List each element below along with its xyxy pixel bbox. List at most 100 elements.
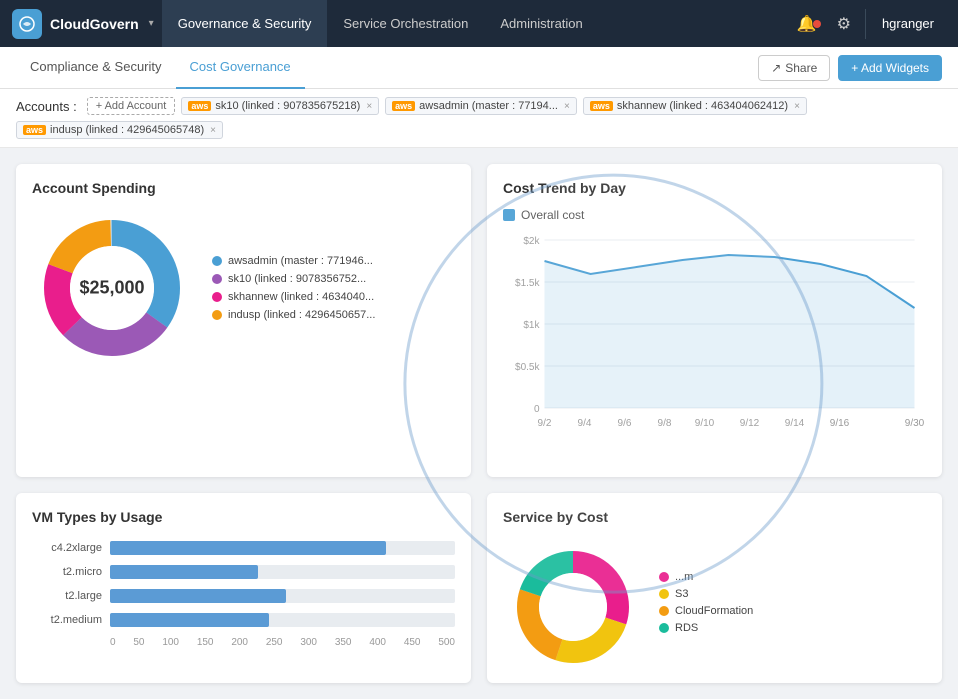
service-donut-svg xyxy=(503,537,643,667)
remove-account-skhannew[interactable]: × xyxy=(794,101,800,112)
accounts-label: Accounts : xyxy=(16,99,77,114)
bar-track-t2medium xyxy=(110,613,455,627)
service-section: ...m S3 CloudFormation RDS xyxy=(503,537,926,667)
bar-track-t2large xyxy=(110,589,455,603)
x-label-9-6: 9/6 xyxy=(618,418,632,429)
main-content: Account Spending $25,000 xyxy=(0,148,958,699)
remove-account-sk10[interactable]: × xyxy=(366,101,372,112)
notifications-icon[interactable]: 🔔 xyxy=(787,14,827,34)
remove-account-indusp[interactable]: × xyxy=(210,125,216,136)
brand-name: CloudGovern xyxy=(50,16,139,32)
bar-label-t2large: t2.large xyxy=(32,590,102,602)
spending-legend: awsadmin (master : 771946... sk10 (linke… xyxy=(212,255,375,321)
brand-chevron-icon[interactable]: ▾ xyxy=(149,18,154,29)
legend-dot-skhannew xyxy=(212,292,222,302)
remove-account-awsadmin[interactable]: × xyxy=(564,101,570,112)
accounts-row: Accounts : + Add Account aws sk10 (linke… xyxy=(0,89,958,148)
user-menu[interactable]: hgranger xyxy=(870,16,946,31)
notification-badge xyxy=(813,20,821,28)
aws-badge: aws xyxy=(188,101,211,111)
x-label-9-16: 9/16 xyxy=(830,418,850,429)
x-label-9-8: 9/8 xyxy=(658,418,672,429)
x-label-9-30: 9/30 xyxy=(905,418,925,429)
nav-service-orchestration[interactable]: Service Orchestration xyxy=(327,0,484,47)
cost-trend-legend: Overall cost xyxy=(503,208,926,222)
add-account-button[interactable]: + Add Account xyxy=(87,97,176,115)
bar-chart: c4.2xlarge t2.micro t2.large t2.medium xyxy=(32,537,455,652)
tab-compliance-security[interactable]: Compliance & Security xyxy=(16,47,176,89)
bar-row-t2large: t2.large xyxy=(32,589,455,603)
overall-cost-legend-dot xyxy=(503,209,515,221)
share-button[interactable]: ↗ Share xyxy=(758,55,830,81)
legend-s3: S3 xyxy=(659,588,753,600)
add-widgets-button[interactable]: + Add Widgets xyxy=(838,55,942,81)
legend-rds: RDS xyxy=(659,622,753,634)
legend-sk10: sk10 (linked : 9078356752... xyxy=(212,273,375,285)
account-spending-title: Account Spending xyxy=(32,180,455,196)
tab-cost-governance[interactable]: Cost Governance xyxy=(176,47,305,89)
donut-section: $25,000 awsadmin (master : 771946... sk1… xyxy=(32,208,455,368)
legend-m: ...m xyxy=(659,571,753,583)
y-label-0: 0 xyxy=(534,404,540,415)
legend-cloudformation: CloudFormation xyxy=(659,605,753,617)
donut-chart: $25,000 xyxy=(32,208,192,368)
account-tag-sk10: aws sk10 (linked : 907835675218) × xyxy=(181,97,379,115)
account-spending-card: Account Spending $25,000 xyxy=(16,164,471,477)
nav-administration[interactable]: Administration xyxy=(484,0,598,47)
share-icon: ↗ xyxy=(771,61,781,75)
aws-badge: aws xyxy=(392,101,415,111)
legend-dot-s3 xyxy=(659,589,669,599)
legend-dot-cloudformation xyxy=(659,606,669,616)
vm-types-card: VM Types by Usage c4.2xlarge t2.micro t2… xyxy=(16,493,471,683)
aws-badge: aws xyxy=(23,125,46,135)
legend-dot-indusp xyxy=(212,310,222,320)
y-label-0.5k: $0.5k xyxy=(515,362,540,373)
bar-fill-t2medium xyxy=(110,613,269,627)
service-legend: ...m S3 CloudFormation RDS xyxy=(659,571,753,634)
y-label-1k: $1k xyxy=(523,320,540,331)
x-label-9-2: 9/2 xyxy=(538,418,552,429)
y-label-2k: $2k xyxy=(523,236,540,247)
legend-indusp: indusp (linked : 4296450657... xyxy=(212,309,375,321)
y-label-1.5k: $1.5k xyxy=(515,278,540,289)
settings-icon[interactable]: ⚙ xyxy=(827,14,861,34)
bar-row-t2medium: t2.medium xyxy=(32,613,455,627)
top-navigation: CloudGovern ▾ Governance & Security Serv… xyxy=(0,0,958,47)
legend-dot-awsadmin xyxy=(212,256,222,266)
service-by-cost-card: Service by Cost xyxy=(487,493,942,683)
legend-dot-rds xyxy=(659,623,669,633)
service-by-cost-title: Service by Cost xyxy=(503,509,926,525)
cost-trend-card: Cost Trend by Day Overall cost $2k $1.5k… xyxy=(487,164,942,477)
aws-badge: aws xyxy=(590,101,613,111)
bar-label-c4: c4.2xlarge xyxy=(32,542,102,554)
donut-total: $25,000 xyxy=(79,278,144,299)
account-tag-indusp: aws indusp (linked : 429645065748) × xyxy=(16,121,223,139)
bar-track-t2micro xyxy=(110,565,455,579)
account-tag-awsadmin: aws awsadmin (master : 77194... × xyxy=(385,97,577,115)
bar-fill-t2micro xyxy=(110,565,258,579)
bar-axis: 0 50 100 150 200 250 300 350 400 450 500 xyxy=(32,637,455,648)
x-label-9-4: 9/4 xyxy=(578,418,592,429)
bar-label-t2medium: t2.medium xyxy=(32,614,102,626)
nav-governance-security[interactable]: Governance & Security xyxy=(162,0,328,47)
bar-fill-t2large xyxy=(110,589,286,603)
x-label-9-12: 9/12 xyxy=(740,418,760,429)
brand-logo xyxy=(12,9,42,39)
x-label-9-10: 9/10 xyxy=(695,418,715,429)
x-label-9-14: 9/14 xyxy=(785,418,805,429)
service-donut-wrap xyxy=(503,537,643,667)
legend-skhannew: skhannew (linked : 4634040... xyxy=(212,291,375,303)
account-tag-skhannew: aws skhannew (linked : 463404062412) × xyxy=(583,97,807,115)
legend-awsadmin: awsadmin (master : 771946... xyxy=(212,255,375,267)
line-chart-area: $2k $1.5k $1k $0.5k 0 9/2 9/4 9/6 9/8 9/… xyxy=(503,230,926,461)
legend-dot-sk10 xyxy=(212,274,222,284)
line-fill-path xyxy=(545,255,915,408)
cost-trend-title: Cost Trend by Day xyxy=(503,180,926,196)
sub-navigation: Compliance & Security Cost Governance ↗ … xyxy=(0,47,958,89)
bar-fill-c4 xyxy=(110,541,386,555)
bar-track-c4 xyxy=(110,541,455,555)
bar-label-t2micro: t2.micro xyxy=(32,566,102,578)
line-chart-svg: $2k $1.5k $1k $0.5k 0 9/2 9/4 9/6 9/8 9/… xyxy=(503,230,926,450)
vm-types-title: VM Types by Usage xyxy=(32,509,455,525)
brand[interactable]: CloudGovern ▾ xyxy=(12,9,154,39)
